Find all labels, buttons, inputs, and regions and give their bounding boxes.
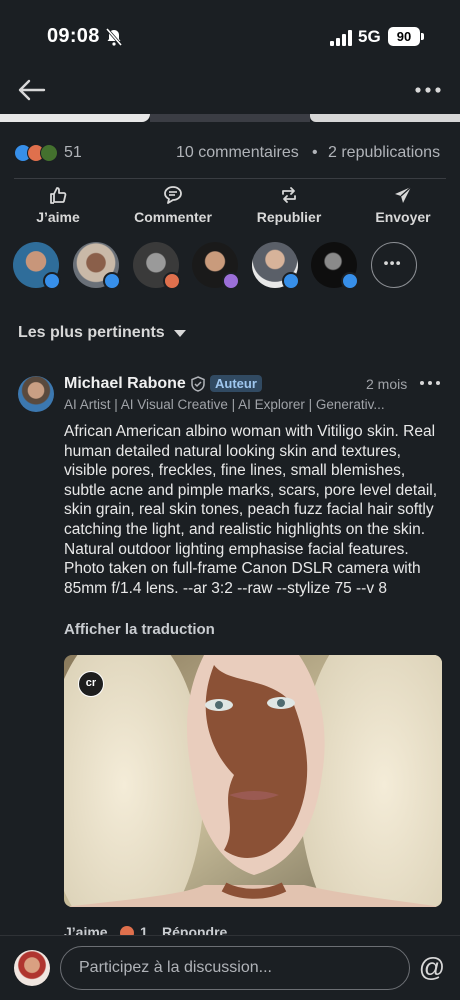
repost-button[interactable]: Republier [239, 185, 339, 233]
comment-image[interactable]: cr [64, 655, 442, 907]
like-badge-icon [341, 272, 359, 290]
reactor-avatar[interactable] [252, 242, 300, 290]
portrait-photo [64, 655, 442, 907]
verified-shield-icon [191, 376, 205, 392]
send-button[interactable]: Envoyer [353, 185, 453, 233]
back-arrow-icon[interactable] [16, 76, 48, 104]
more-options-icon[interactable] [412, 76, 444, 104]
action-bar: J’aime Commenter Republier Envoyer [0, 185, 460, 233]
more-reactors-icon [384, 261, 401, 265]
reactor-avatar[interactable] [311, 242, 359, 290]
insightful-badge-icon [222, 272, 240, 290]
reaction-count[interactable]: 51 [64, 144, 82, 162]
battery-tip [421, 33, 424, 40]
repost-label: Republier [256, 209, 322, 225]
reposts-count[interactable]: 2 republications [328, 144, 440, 162]
comment-composer: @ [0, 935, 460, 1000]
author-badge: Auteur [210, 375, 262, 392]
sort-dropdown[interactable]: Les plus pertinents [18, 324, 165, 342]
status-time: 09:08 [47, 25, 100, 47]
social-counts[interactable]: 51 10 commentaires • 2 republications [14, 140, 446, 168]
status-bar: 09:08 5G 90 [0, 0, 460, 70]
comment-input[interactable] [60, 946, 410, 990]
reactor-avatar[interactable] [13, 242, 61, 290]
comments-count[interactable]: 10 commentaires [176, 144, 299, 162]
signal-icon [330, 30, 352, 46]
more-reactors-button[interactable] [371, 242, 417, 288]
post-image-edge [0, 114, 460, 124]
comment-time: 2 mois [366, 376, 408, 392]
network-label: 5G [358, 27, 381, 46]
separator-dot: • [312, 144, 318, 161]
top-bar [0, 70, 460, 112]
send-icon [395, 186, 412, 203]
commenter-avatar[interactable] [18, 376, 54, 412]
reactor-avatar[interactable] [192, 242, 240, 290]
reactors-row [0, 242, 460, 294]
show-translation-link[interactable]: Afficher la traduction [64, 621, 215, 638]
mention-button[interactable]: @ [418, 954, 446, 982]
like-badge-icon [103, 272, 121, 290]
send-label: Envoyer [375, 209, 431, 225]
like-label: J’aime [36, 209, 80, 225]
repost-icon [282, 187, 296, 203]
reactor-avatar[interactable] [133, 242, 181, 290]
like-badge-icon [43, 272, 61, 290]
like-icon [50, 187, 67, 204]
like-badge-icon [282, 272, 300, 290]
reactor-avatar[interactable] [73, 242, 121, 290]
chevron-down-icon[interactable] [174, 330, 186, 338]
battery-icon: 90 [388, 27, 420, 46]
commenter-name[interactable]: Michael Rabone [64, 375, 186, 393]
comment-more-icon[interactable] [418, 375, 442, 391]
comment-text: African American albino woman with Vitil… [64, 423, 438, 597]
comment-icon [164, 186, 182, 204]
comment-label: Commenter [134, 209, 212, 225]
commenter-headline: AI Artist | AI Visual Creative | AI Expl… [64, 397, 385, 412]
bell-off-icon [105, 28, 123, 46]
divider [14, 178, 446, 179]
celebrate-reaction-icon [40, 144, 58, 162]
my-avatar[interactable] [14, 950, 50, 986]
like-button[interactable]: J’aime [8, 185, 108, 233]
content-credentials-icon[interactable]: cr [78, 671, 104, 697]
comment-button[interactable]: Commenter [123, 185, 223, 233]
love-badge-icon [163, 272, 181, 290]
